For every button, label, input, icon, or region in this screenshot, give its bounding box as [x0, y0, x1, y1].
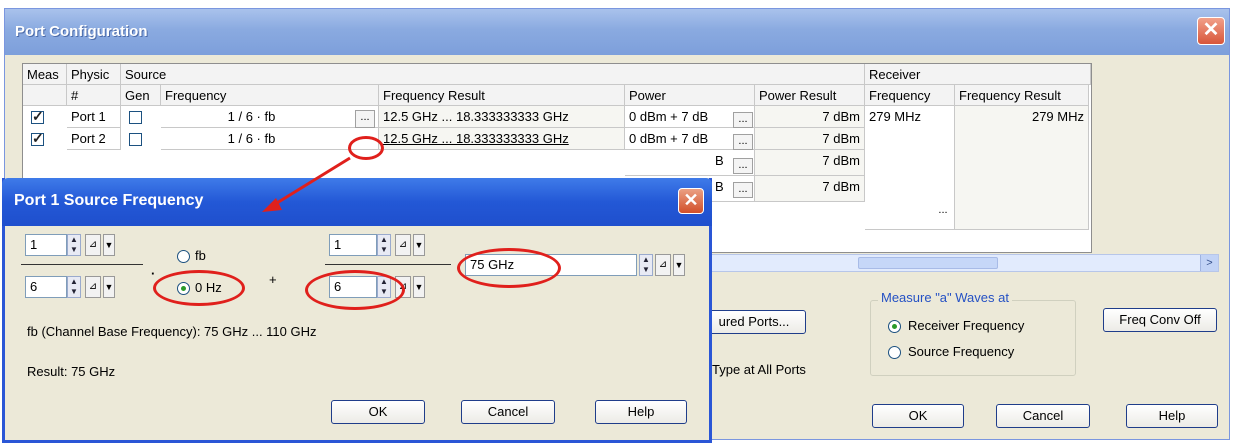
- horizontal-scrollbar[interactable]: >: [707, 254, 1219, 272]
- scroll-right-icon[interactable]: >: [1200, 255, 1218, 271]
- cancel-button[interactable]: Cancel: [996, 404, 1090, 428]
- port1-source-frequency-dialog: Port 1 Source Frequency ✕ 1 ▲ ▼ ⊿ ▼ 6 ▲ ▼ …: [2, 178, 712, 443]
- col-rx-frequency: Frequency: [865, 85, 955, 106]
- col-rx-frequency-result: Frequency Result: [955, 85, 1089, 106]
- power-result-cell: 7 dBm: [755, 128, 865, 150]
- frequency-result-cell: 12.5 GHz ... 18.333333333 GHz: [379, 106, 625, 128]
- col-source-header: Source: [121, 64, 865, 85]
- measure-waves-group: [870, 300, 1076, 376]
- rx-ellipsis-button[interactable]: ...: [933, 204, 953, 222]
- frequency-cell[interactable]: 1 / 6 · fb: [161, 106, 379, 128]
- window-title: Port Configuration: [15, 23, 148, 40]
- close-icon[interactable]: ✕: [678, 188, 704, 214]
- frequency-cell[interactable]: 1 / 6 · fb: [161, 128, 379, 150]
- ok-button[interactable]: OK: [872, 404, 964, 428]
- numerator-1-input[interactable]: 1: [25, 234, 67, 256]
- chevron-down-icon[interactable]: ▼: [413, 234, 425, 256]
- col-meas-header: Meas: [23, 64, 67, 85]
- fraction-bar-1: [21, 264, 143, 265]
- ok-button[interactable]: OK: [331, 400, 425, 424]
- dialog-title-bar[interactable]: Port 1 Source Frequency ✕: [2, 178, 712, 226]
- meas-checkbox-port1[interactable]: [31, 108, 44, 125]
- gen-checkbox-port2[interactable]: [129, 133, 142, 146]
- annotation-circle: [457, 248, 561, 288]
- port-name: Port 2: [67, 128, 121, 150]
- col-gen: Gen: [121, 85, 161, 106]
- base-frequency-label: fb (Channel Base Frequency): 75 GHz ... …: [27, 324, 317, 339]
- denominator-1-input[interactable]: 6: [25, 276, 67, 298]
- measure-waves-group-title: Measure "a" Waves at: [878, 290, 1012, 305]
- col-receiver-header: Receiver: [865, 64, 1091, 85]
- multiply-sign: ·: [151, 266, 156, 281]
- rx-frequency-result-cell: 279 MHz: [955, 106, 1089, 230]
- power-ellipsis-button[interactable]: ...: [733, 182, 753, 198]
- col-frequency-result: Frequency Result: [379, 85, 625, 106]
- col-frequency: Frequency: [161, 85, 379, 106]
- meas-checkbox-port2[interactable]: [31, 130, 44, 147]
- col-physical-header: Physic: [67, 64, 121, 85]
- denominator-1-spinner[interactable]: ▲ ▼: [67, 276, 81, 298]
- step-icon[interactable]: ⊿: [655, 254, 671, 276]
- source-frequency-label[interactable]: Source Frequency: [908, 344, 1014, 359]
- gen-checkbox-port1[interactable]: [129, 111, 142, 124]
- power-result-cell: 7 dBm: [755, 176, 865, 202]
- col-power: Power: [625, 85, 755, 106]
- annotation-circle: [348, 136, 384, 160]
- frequency-result-cell: 12.5 GHz ... 18.333333333 GHz: [379, 128, 625, 150]
- source-frequency-radio[interactable]: [888, 346, 901, 359]
- chevron-down-icon[interactable]: ▼: [103, 276, 115, 298]
- result-label: Result: 75 GHz: [27, 364, 116, 379]
- type-all-ports-label: Type at All Ports: [712, 362, 806, 377]
- numerator-1-spinner[interactable]: ▲ ▼: [67, 234, 81, 256]
- help-button[interactable]: Help: [595, 400, 687, 424]
- chevron-down-icon[interactable]: ▼: [413, 276, 425, 298]
- fb-radio[interactable]: [177, 250, 190, 263]
- offset-spinner[interactable]: ▲ ▼: [639, 254, 653, 276]
- power-ellipsis-button[interactable]: ...: [733, 112, 753, 128]
- numerator-2-spinner[interactable]: ▲ ▼: [377, 234, 391, 256]
- frequency-ellipsis-button[interactable]: ...: [355, 110, 375, 128]
- fraction-bar-2: [325, 264, 451, 265]
- close-icon[interactable]: ✕: [1197, 17, 1225, 45]
- configured-ports-button[interactable]: ured Ports...: [702, 310, 806, 334]
- numerator-2-input[interactable]: 1: [329, 234, 377, 256]
- power-result-cell: 7 dBm: [755, 106, 865, 128]
- col-power-result: Power Result: [755, 85, 865, 106]
- col-meas-sub: [23, 85, 67, 106]
- col-port-num: #: [67, 85, 121, 106]
- cancel-button[interactable]: Cancel: [461, 400, 555, 424]
- power-ellipsis-button[interactable]: ...: [733, 158, 753, 174]
- port-name: Port 1: [67, 106, 121, 128]
- fb-label[interactable]: fb: [195, 248, 206, 263]
- dialog-title: Port 1 Source Frequency: [14, 192, 204, 209]
- chevron-down-icon[interactable]: ▼: [673, 254, 685, 276]
- power-ellipsis-button[interactable]: ...: [733, 134, 753, 150]
- annotation-circle: [305, 270, 405, 310]
- step-icon[interactable]: ⊿: [85, 276, 101, 298]
- power-result-cell: 7 dBm: [755, 150, 865, 176]
- chevron-down-icon[interactable]: ▼: [103, 234, 115, 256]
- receiver-frequency-radio[interactable]: [888, 320, 901, 333]
- help-button[interactable]: Help: [1126, 404, 1218, 428]
- plus-sign: +: [269, 272, 277, 287]
- title-bar[interactable]: Port Configuration ✕: [5, 9, 1229, 55]
- freq-conv-off-button[interactable]: Freq Conv Off: [1103, 308, 1217, 332]
- annotation-circle: [153, 270, 245, 306]
- step-icon[interactable]: ⊿: [85, 234, 101, 256]
- receiver-frequency-label[interactable]: Receiver Frequency: [908, 318, 1024, 333]
- scrollbar-thumb[interactable]: [858, 257, 998, 269]
- step-icon[interactable]: ⊿: [395, 234, 411, 256]
